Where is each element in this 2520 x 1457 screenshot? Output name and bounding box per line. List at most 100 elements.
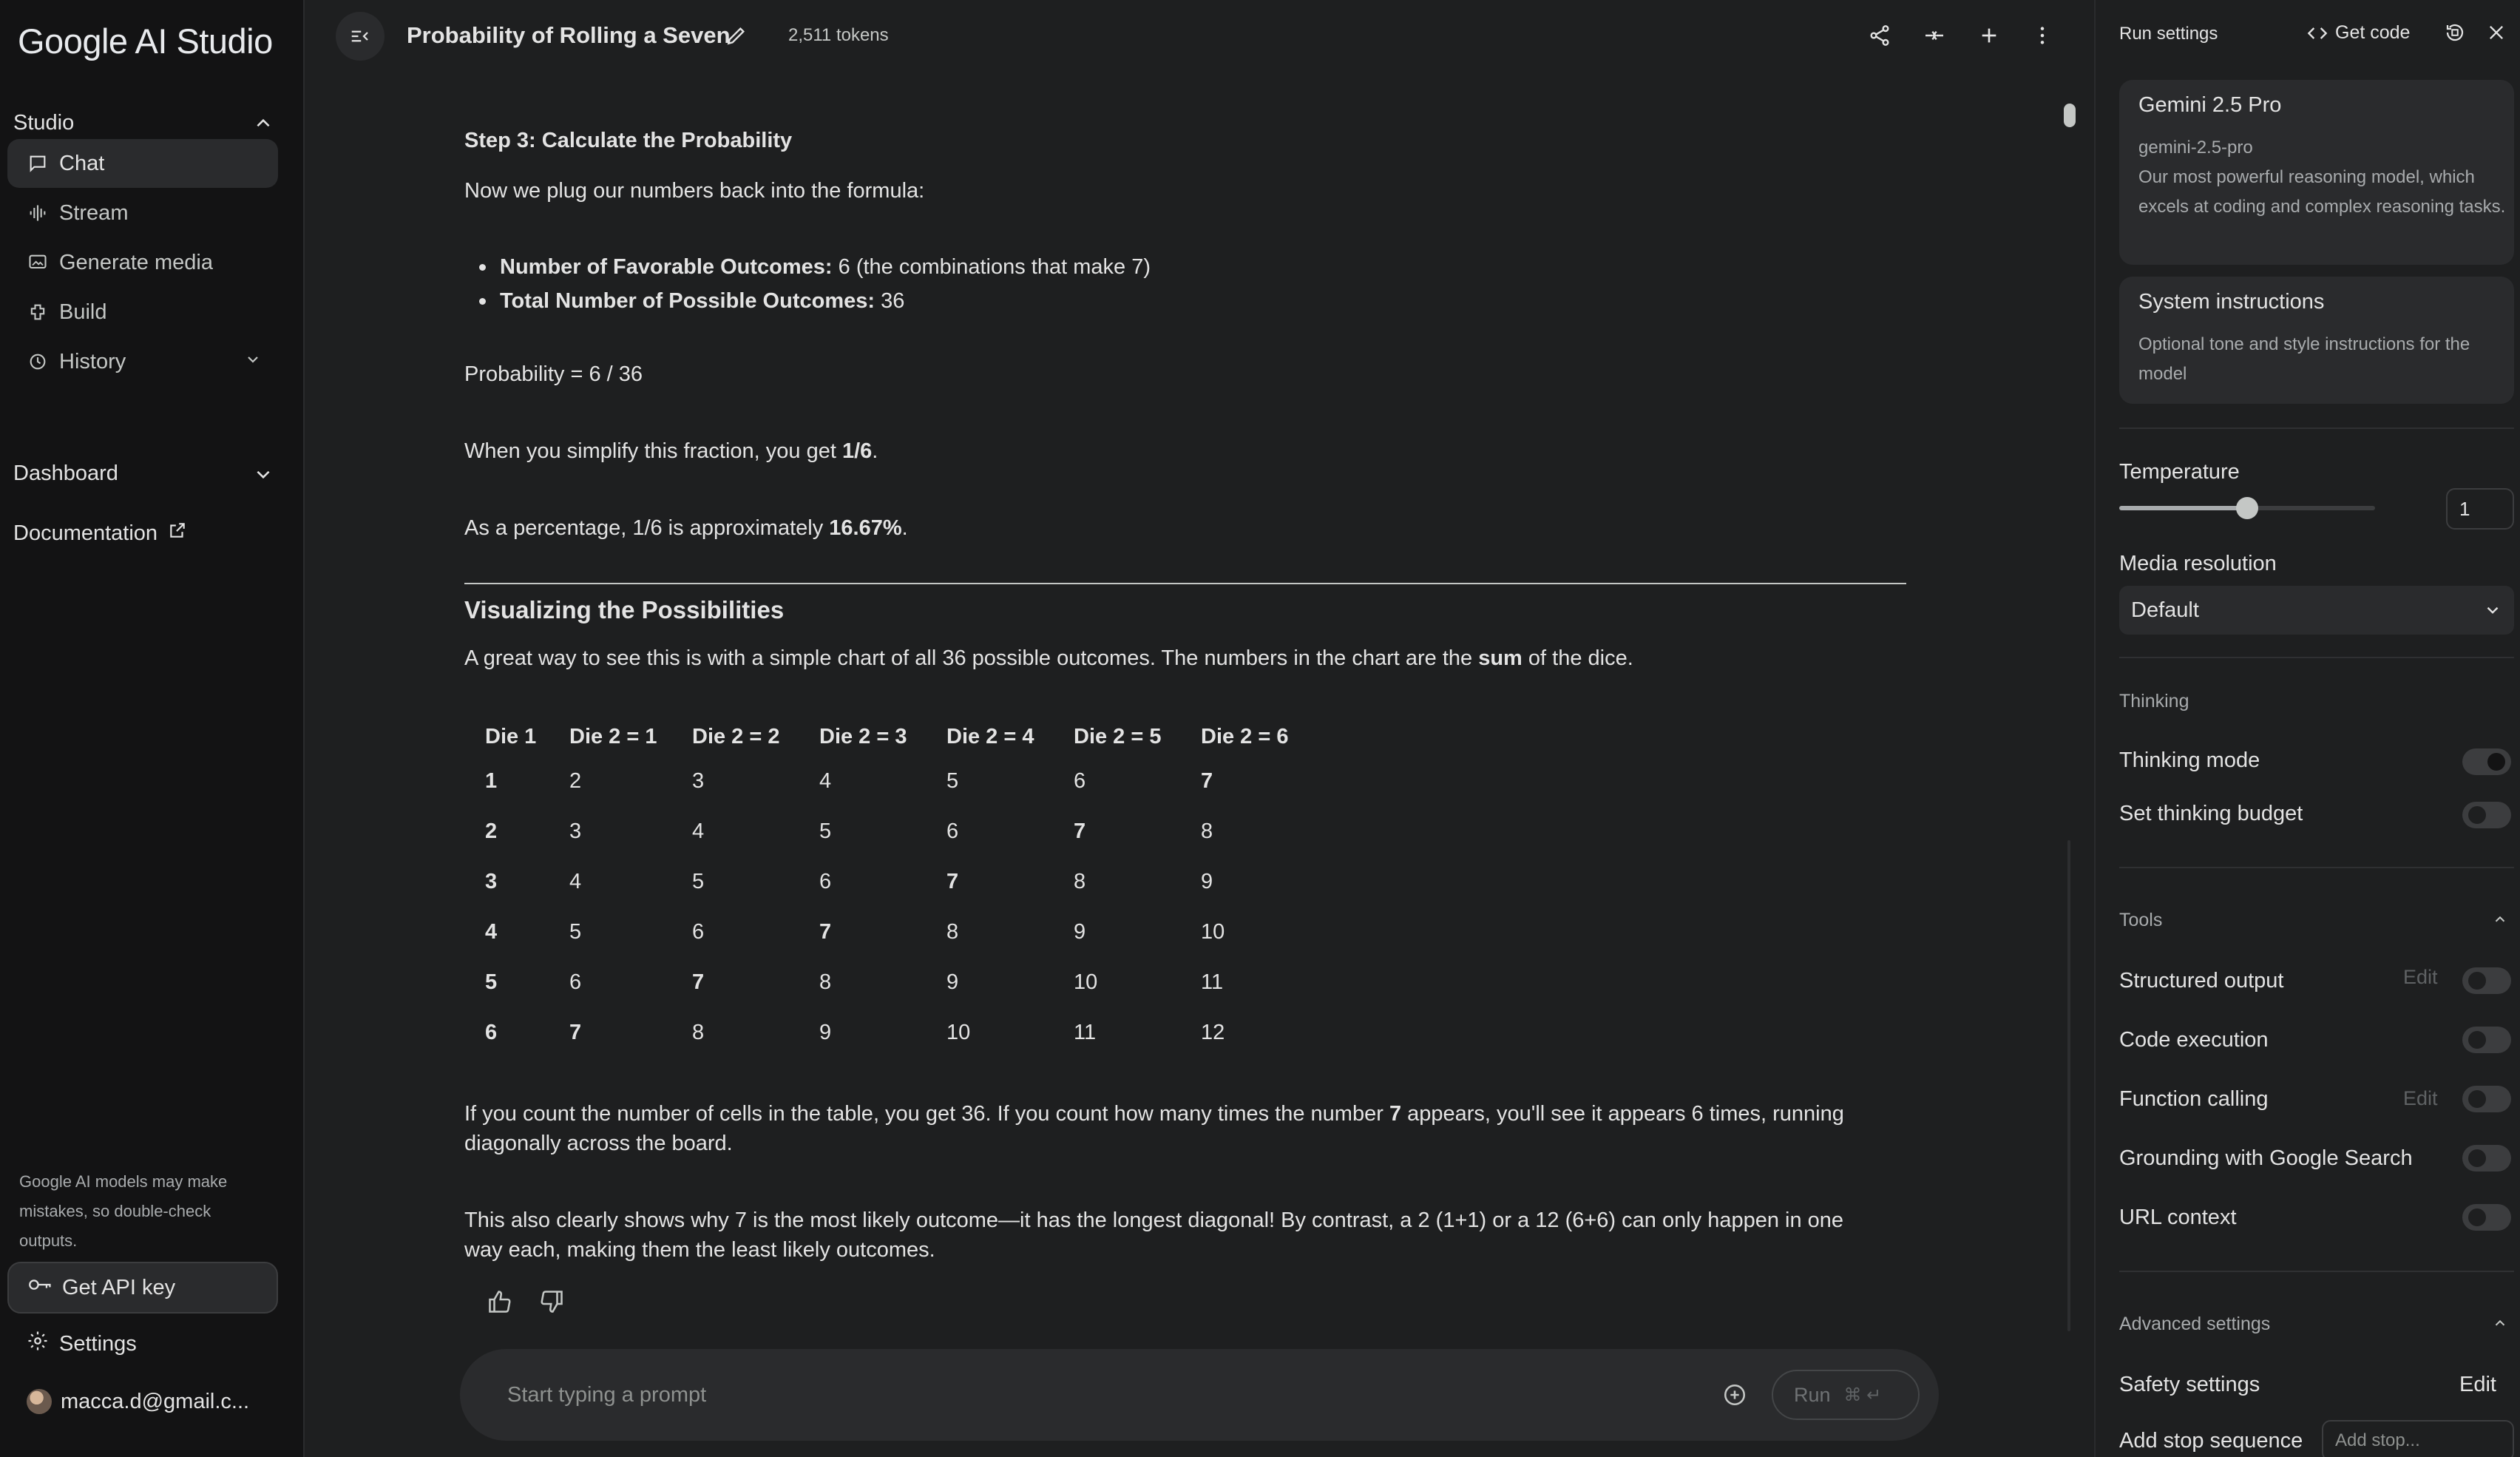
table-cell: 6 bbox=[692, 919, 705, 944]
table-header-row: Die 1 Die 2 = 1 Die 2 = 2 Die 2 = 3 Die 2 = … bbox=[485, 717, 1328, 756]
left-sidebar: Google AI Studio Studio Chat Stream Gene… bbox=[0, 0, 305, 1457]
safety-settings-edit[interactable]: Edit bbox=[2459, 1373, 2496, 1397]
table-cell: 5 bbox=[569, 919, 582, 944]
function-calling-toggle[interactable] bbox=[2462, 1086, 2511, 1112]
media-resolution-select[interactable]: Default bbox=[2119, 586, 2514, 635]
table-row: 4 5 6 7 8 9 10 bbox=[485, 907, 1328, 957]
get-code-label: Get code bbox=[2335, 22, 2411, 43]
dashboard-section-header[interactable]: Dashboard bbox=[13, 462, 274, 486]
documentation-link[interactable]: Documentation bbox=[13, 521, 274, 546]
close-panel-button[interactable] bbox=[2485, 21, 2508, 44]
collapse-sidebar-button[interactable] bbox=[336, 12, 385, 61]
feedback-actions bbox=[487, 1288, 565, 1321]
sidebar-item-generate-media[interactable]: Generate media bbox=[7, 238, 278, 287]
temperature-slider-thumb[interactable] bbox=[2236, 497, 2258, 519]
formula-list: Number of Favorable Outcomes: 6 (the com… bbox=[479, 250, 1151, 318]
new-chat-button[interactable] bbox=[1976, 22, 2002, 49]
more-options-button[interactable] bbox=[2029, 22, 2056, 49]
api-key-label: Get API key bbox=[62, 1275, 176, 1299]
model-selector-card[interactable]: Gemini 2.5 Pro gemini-2.5-pro Our most p… bbox=[2119, 80, 2514, 265]
count-paragraph-line1: If you count the number of cells in the … bbox=[464, 1102, 1844, 1126]
stop-sequence-input[interactable] bbox=[2322, 1420, 2514, 1457]
run-button[interactable]: Run ⌘ ↵ bbox=[1772, 1370, 1920, 1420]
structured-output-label: Structured output bbox=[2119, 969, 2284, 993]
chat-icon bbox=[27, 152, 49, 175]
dice-sum-table: Die 1 Die 2 = 1 Die 2 = 2 Die 2 = 3 Die 2 = … bbox=[485, 717, 1328, 1058]
run-settings-title: Run settings bbox=[2119, 24, 2218, 44]
settings-link[interactable]: Settings bbox=[27, 1330, 137, 1358]
function-calling-edit[interactable]: Edit bbox=[2403, 1087, 2438, 1110]
table-cell: 12 bbox=[1201, 1020, 1225, 1044]
simplify-end: . bbox=[872, 439, 878, 463]
system-instructions-title: System instructions bbox=[2138, 290, 2325, 314]
step3-intro: Now we plug our numbers back into the fo… bbox=[464, 179, 925, 203]
chevron-up-icon[interactable] bbox=[2492, 1315, 2508, 1331]
url-context-toggle[interactable] bbox=[2462, 1204, 2511, 1231]
share-icon bbox=[1870, 25, 1889, 46]
close-icon bbox=[2490, 26, 2503, 39]
key-icon bbox=[28, 1275, 53, 1300]
table-cell: 9 bbox=[819, 1020, 832, 1044]
contrast-paragraph-line1: This also clearly shows why 7 is the mos… bbox=[464, 1208, 1844, 1232]
app-logo[interactable]: Google AI Studio bbox=[18, 21, 273, 61]
sidebar-item-build[interactable]: Build bbox=[7, 288, 278, 337]
table-cell: 9 bbox=[1074, 919, 1086, 944]
count-bold: 7 bbox=[1389, 1102, 1402, 1126]
thumbs-down-icon[interactable] bbox=[538, 1288, 565, 1321]
sidebar-item-stream[interactable]: Stream bbox=[7, 189, 278, 237]
table-header-cell: Die 2 = 6 bbox=[1201, 724, 1289, 748]
system-instructions-placeholder: Optional tone and style instructions for… bbox=[2138, 334, 2470, 384]
count-text-end: appears, you'll see it appears 6 times, … bbox=[1401, 1102, 1844, 1126]
structured-output-toggle[interactable] bbox=[2462, 967, 2511, 994]
thinking-mode-toggle[interactable] bbox=[2462, 748, 2511, 775]
table-header-cell: Die 2 = 3 bbox=[819, 724, 907, 748]
studio-section-header[interactable]: Studio bbox=[13, 111, 274, 135]
code-execution-label: Code execution bbox=[2119, 1028, 2269, 1052]
scrollbar-track[interactable] bbox=[2067, 840, 2070, 1331]
table-cell: 7 bbox=[569, 1020, 582, 1044]
add-media-button[interactable] bbox=[1721, 1382, 1748, 1408]
external-link-icon bbox=[168, 521, 187, 546]
table-cell: 2 bbox=[569, 768, 582, 793]
scrollbar-thumb[interactable] bbox=[2064, 104, 2076, 127]
chevron-up-icon[interactable] bbox=[2492, 911, 2508, 927]
grounding-toggle[interactable] bbox=[2462, 1145, 2511, 1172]
table-row: 6 7 8 9 10 11 12 bbox=[485, 1007, 1328, 1058]
table-cell: 7 bbox=[1074, 819, 1086, 843]
reset-settings-button[interactable] bbox=[2443, 21, 2467, 44]
table-row: 5 6 7 8 9 10 11 bbox=[485, 957, 1328, 1007]
thumbs-up-icon[interactable] bbox=[487, 1288, 513, 1321]
account-menu[interactable]: macca.d@gmail.c... bbox=[27, 1389, 249, 1414]
prompt-bar: Run ⌘ ↵ bbox=[460, 1349, 1939, 1441]
step3-heading: Step 3: Calculate the Probability bbox=[464, 129, 793, 152]
collapse-icon bbox=[351, 30, 368, 42]
edit-title-button[interactable] bbox=[725, 24, 748, 51]
account-email: macca.d@gmail.c... bbox=[61, 1389, 250, 1413]
table-cell: 3 bbox=[692, 768, 705, 793]
prompt-input[interactable] bbox=[507, 1377, 1690, 1413]
top-bar: Probability of Rolling a Seven 2,511 tok… bbox=[306, 0, 2094, 71]
get-code-button[interactable]: Get code bbox=[2307, 22, 2410, 44]
code-execution-toggle[interactable] bbox=[2462, 1027, 2511, 1053]
model-name: Gemini 2.5 Pro bbox=[2138, 93, 2282, 117]
table-cell: 4 bbox=[692, 819, 705, 843]
chat-title: Probability of Rolling a Seven bbox=[407, 22, 731, 48]
chevron-up-icon bbox=[253, 113, 274, 134]
structured-output-edit[interactable]: Edit bbox=[2403, 966, 2438, 989]
table-row-header: 4 bbox=[485, 919, 498, 944]
sidebar-item-history[interactable]: History bbox=[7, 337, 278, 386]
get-api-key-button[interactable]: Get API key bbox=[7, 1262, 278, 1314]
sidebar-item-chat[interactable]: Chat bbox=[7, 139, 278, 188]
system-instructions-card[interactable]: System instructions Optional tone and st… bbox=[2119, 277, 2514, 404]
thinking-budget-toggle[interactable] bbox=[2462, 802, 2511, 828]
compare-button[interactable] bbox=[1921, 22, 1948, 49]
pencil-icon bbox=[727, 27, 745, 45]
temperature-input[interactable] bbox=[2446, 488, 2514, 530]
disclaimer-text: Google AI models may make mistakes, so d… bbox=[19, 1172, 228, 1250]
share-button[interactable] bbox=[1866, 22, 1893, 49]
bullet-value: 6 (the combinations that make 7) bbox=[832, 255, 1151, 279]
table-cell: 6 bbox=[819, 869, 832, 893]
run-shortcut: ⌘ ↵ bbox=[1843, 1385, 1882, 1405]
add-circle-icon bbox=[1724, 1384, 1746, 1406]
documentation-label: Documentation bbox=[13, 521, 158, 545]
